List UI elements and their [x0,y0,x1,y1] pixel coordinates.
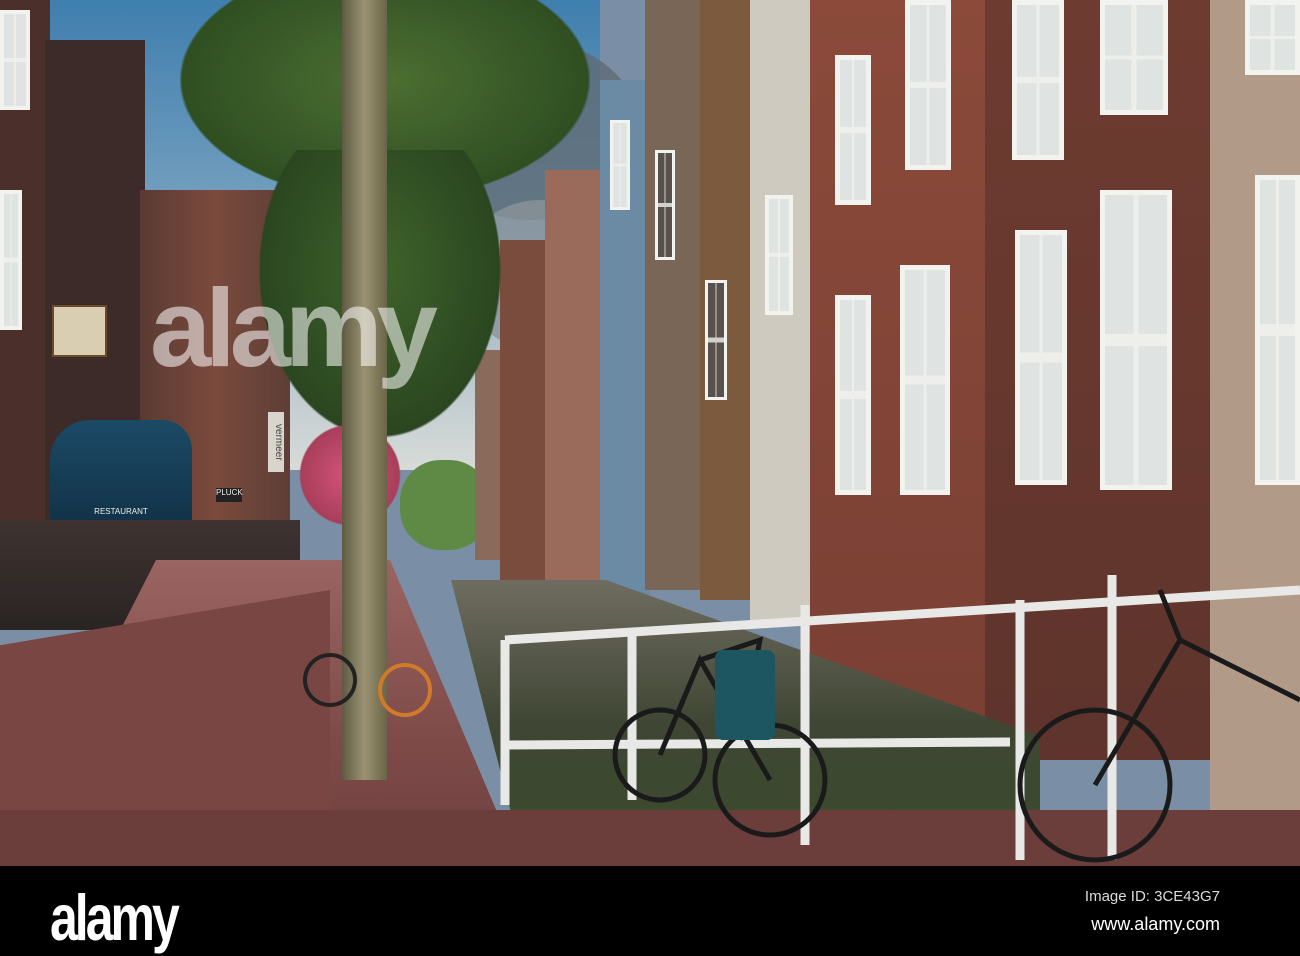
watermark-bar: alamy Image ID: 3CE43G7 www.alamy.com [0,866,1300,956]
watermark-overlay: alamy [150,267,438,390]
pannier-bag [715,650,775,740]
alamy-logo: alamy [50,881,180,955]
bicycle [303,653,432,717]
site-url: www.alamy.com [1091,914,1220,934]
white-railing [500,575,1300,860]
railing-and-bicycles [303,575,1300,863]
image-id: Image ID: 3CE43G7 [1084,888,1220,905]
bicycle [1017,589,1300,863]
canal-street-photo: RESTAURANT vermeer PLUCK [0,0,1300,866]
